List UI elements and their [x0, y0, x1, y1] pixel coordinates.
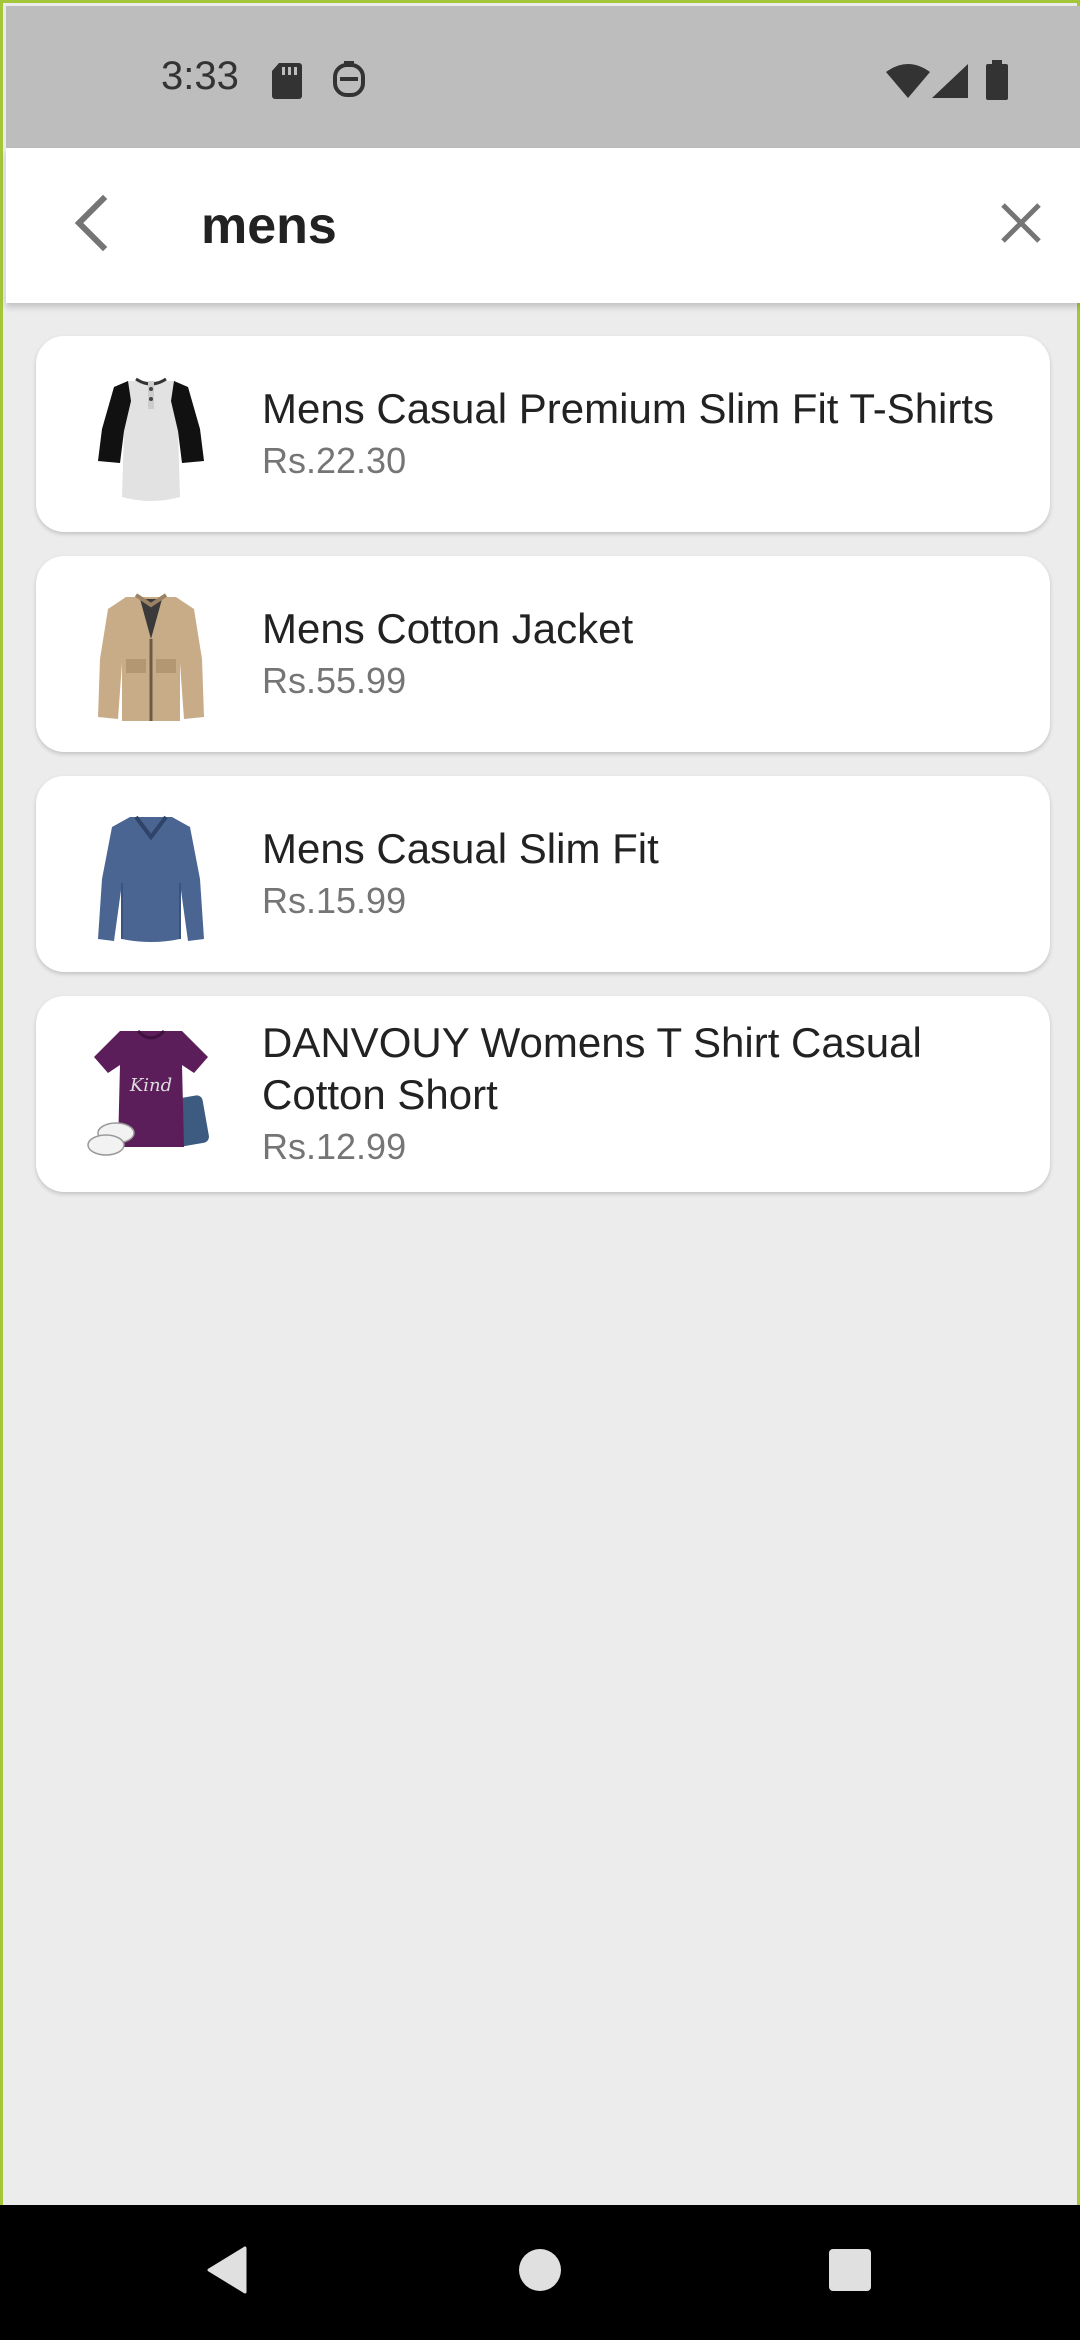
nav-back-button[interactable]	[182, 2227, 272, 2317]
clear-search-button[interactable]	[986, 190, 1056, 260]
product-price: Rs.55.99	[262, 660, 407, 701]
svg-text:Kind: Kind	[129, 1075, 172, 1096]
product-price: Rs.22.30	[262, 440, 407, 481]
close-icon	[999, 201, 1043, 250]
nav-recents-button[interactable]	[805, 2227, 895, 2317]
search-input[interactable]	[201, 178, 961, 273]
product-image-cotton-jacket	[76, 579, 226, 729]
app-frame: 3:33 mens Mens Casual Premium Slim Fit T…	[0, 0, 1080, 2205]
cell-signal-icon	[932, 64, 968, 103]
back-button[interactable]	[56, 190, 126, 260]
product-title: Mens Casual Premium Slim Fit T-Shirts	[262, 385, 995, 432]
product-card[interactable]: Mens Casual Premium Slim Fit T-Shirts Rs…	[36, 336, 1050, 532]
product-image-slim-fit-shirt	[76, 799, 226, 949]
navigation-bar	[0, 2205, 1080, 2340]
product-price: Rs.15.99	[262, 880, 407, 921]
recents-square-icon	[828, 2248, 872, 2297]
product-title: DANVOUY Womens T Shirt Casual Cotton Sho…	[262, 1019, 922, 1118]
product-title: Mens Casual Slim Fit	[262, 825, 659, 872]
product-info: DANVOUY Womens T Shirt Casual Cotton Sho…	[262, 996, 1020, 1192]
product-card[interactable]: Mens Casual Slim Fit Rs.15.99	[36, 776, 1050, 972]
product-info: Mens Casual Slim Fit Rs.15.99	[262, 776, 1020, 972]
status-time: 3:33	[161, 54, 239, 98]
product-info: Mens Casual Premium Slim Fit T-Shirts Rs…	[262, 336, 1020, 532]
product-image-raglan-shirt	[76, 359, 226, 509]
battery-icon	[986, 60, 1008, 105]
product-image-purple-tshirt: Kind	[76, 1019, 226, 1169]
home-circle-icon	[518, 2248, 562, 2297]
android-debug-icon	[332, 61, 366, 104]
product-card[interactable]: Kind DANVOUY Womens T Shirt Casual Cotto…	[36, 996, 1050, 1192]
product-price: Rs.12.99	[262, 1126, 407, 1167]
product-card[interactable]: Mens Cotton Jacket Rs.55.99	[36, 556, 1050, 752]
sd-card-icon	[271, 63, 303, 104]
wifi-icon	[886, 64, 930, 103]
back-chevron-icon	[71, 193, 111, 258]
status-bar: 3:33	[6, 6, 1080, 148]
back-triangle-icon	[205, 2246, 249, 2299]
search-header	[6, 148, 1080, 303]
nav-home-button[interactable]	[495, 2227, 585, 2317]
product-info: Mens Cotton Jacket Rs.55.99	[262, 556, 1020, 752]
search-results-list: Mens Casual Premium Slim Fit T-Shirts Rs…	[36, 336, 1050, 1216]
product-title: Mens Cotton Jacket	[262, 605, 634, 652]
